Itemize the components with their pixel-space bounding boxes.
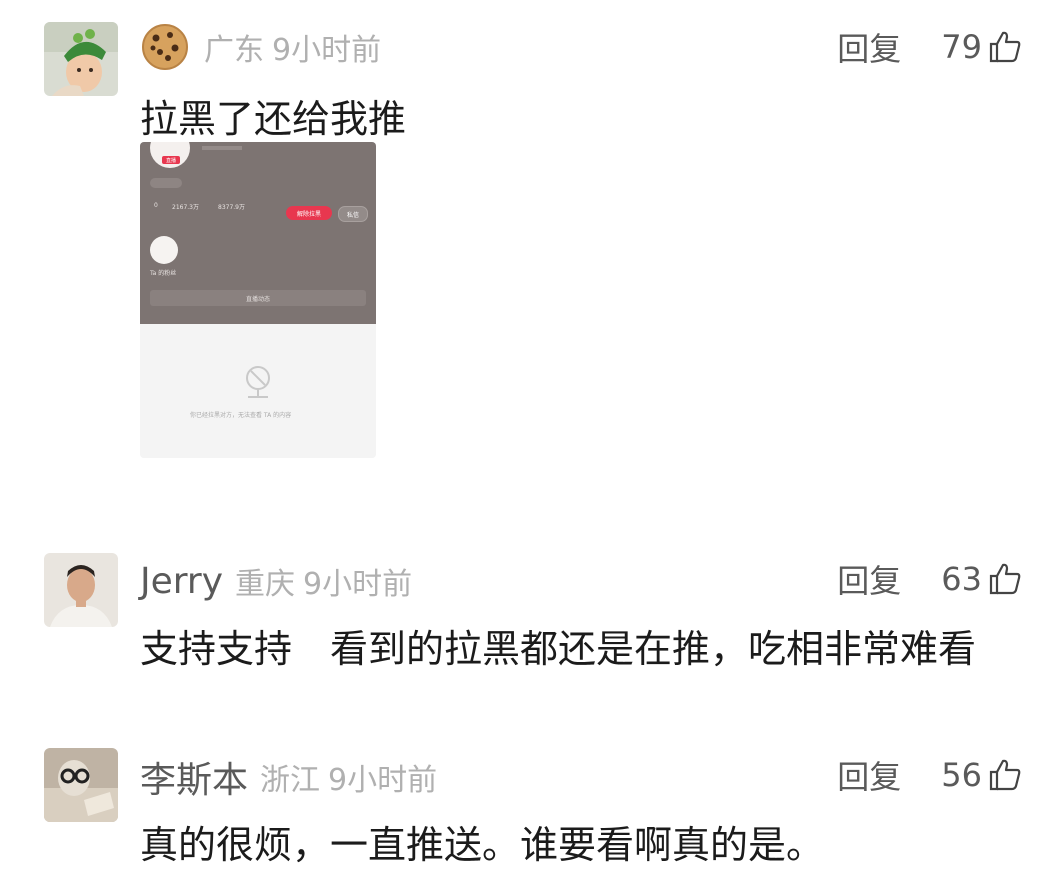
unblock-button[interactable]: 解除拉黑	[286, 206, 332, 220]
comment-actions: 回复 56	[837, 750, 1022, 800]
attached-screenshot[interactable]: 直播 0 2167.3万 8377.9万 解除拉黑 私信 Ta 的粉丝 直播动态…	[140, 142, 376, 458]
screenshot-profile-area: 直播 0 2167.3万 8377.9万 解除拉黑 私信 Ta 的粉丝 直播动态	[140, 142, 376, 324]
like-count: 63	[941, 560, 982, 598]
like-count: 79	[941, 28, 982, 66]
message-button[interactable]: 私信	[338, 206, 368, 222]
fans-label: Ta 的粉丝	[150, 270, 177, 277]
like-count: 56	[941, 756, 982, 794]
live-dynamics-label: 直播动态	[245, 295, 270, 303]
reply-button[interactable]: 回复	[837, 752, 901, 798]
avatar-photo	[44, 748, 118, 822]
stat-likes: 8377.9万	[218, 204, 245, 211]
live-badge: 直播	[162, 156, 180, 164]
screenshot-avatar	[150, 142, 190, 168]
thumbs-up-icon[interactable]	[988, 758, 1022, 792]
comment-location: 重庆	[235, 567, 296, 602]
avatar-photo	[44, 22, 118, 96]
avatar[interactable]	[44, 22, 118, 96]
stat-followers: 2167.3万	[172, 204, 199, 211]
avatar[interactable]	[44, 553, 118, 627]
fan-avatar	[150, 236, 178, 264]
tag-chip	[150, 178, 182, 188]
comment-location: 浙江	[260, 763, 321, 798]
comment-actions: 回复 79	[837, 22, 1022, 72]
comment-text: 真的很烦，一直推送。谁要看啊真的是。	[140, 823, 825, 867]
comment-location: 广东	[204, 33, 264, 68]
blocked-icon	[246, 366, 270, 398]
comment-nickname[interactable]: Jerry	[140, 561, 223, 602]
comment-text: 支持支持 看到的拉黑都还是在推，吃相非常难看	[140, 627, 977, 671]
avatar-photo	[44, 553, 118, 627]
thumbs-up-icon[interactable]	[988, 30, 1022, 64]
comment-time: 9小时前	[272, 33, 382, 68]
comment-meta: 李斯本 浙江 9小时前	[140, 752, 445, 802]
screenshot-blocked-area: 你已经拉黑对方，无法查看 TA 的内容	[140, 324, 376, 458]
comment-time: 9小时前	[303, 567, 413, 602]
avatar[interactable]	[44, 748, 118, 822]
thumbs-up-icon[interactable]	[988, 562, 1022, 596]
comment-meta: 广东 9小时前	[140, 22, 389, 72]
comment-nickname[interactable]: 李斯本	[140, 751, 248, 803]
blocked-notice: 你已经拉黑对方，无法查看 TA 的内容	[190, 412, 292, 419]
reply-button[interactable]: 回复	[837, 556, 901, 602]
comment-text: 拉黑了还给我推	[140, 97, 407, 141]
stat-following: 0	[154, 202, 158, 209]
comment-actions: 回复 63	[837, 554, 1022, 604]
comment-time: 9小时前	[328, 763, 438, 798]
blurred-name	[202, 146, 242, 150]
cookie-icon	[142, 24, 188, 70]
reply-button[interactable]: 回复	[837, 24, 901, 70]
live-dynamics-bar[interactable]: 直播动态	[150, 290, 366, 306]
comment-meta: Jerry 重庆 9小时前	[140, 556, 420, 606]
